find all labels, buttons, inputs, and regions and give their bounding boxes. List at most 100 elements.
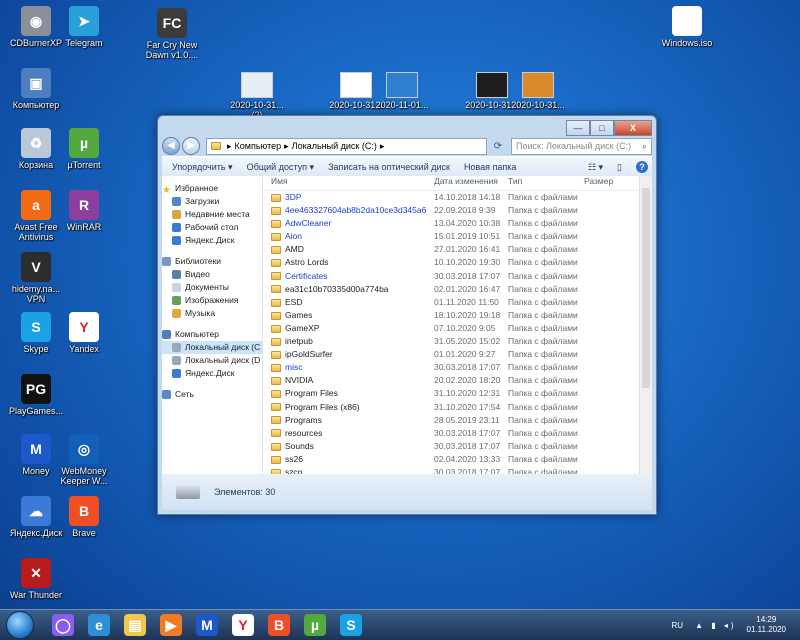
table-row[interactable]: ss26 02.04.2020 13:33 Папка с файлами	[263, 453, 652, 466]
nav-item-drive-c[interactable]: Локальный диск (C	[162, 341, 262, 354]
vertical-scrollbar[interactable]	[639, 176, 652, 474]
screenshot-file[interactable]: 2020-10-31...	[506, 72, 570, 110]
scroll-thumb[interactable]	[642, 188, 650, 388]
nav-item-yadisk2[interactable]: Яндекс.Диск	[162, 367, 262, 380]
desktop-icon-item[interactable]: B Brave	[52, 496, 116, 538]
desktop-icon-item[interactable]: ✕ War Thunder	[4, 558, 68, 600]
screenshot-file[interactable]: 2020-10-31... (2)	[225, 72, 289, 120]
minimize-button[interactable]: —	[566, 120, 590, 136]
table-row[interactable]: Program Files 31.10.2020 12:31 Папка с фай…	[263, 387, 652, 400]
close-button[interactable]: X	[614, 120, 652, 136]
table-row[interactable]: Games 18.10.2020 19:18 Папка с файлами	[263, 309, 652, 322]
desktop-icon-item[interactable]: ➤ Telegram	[52, 6, 116, 48]
table-row[interactable]: misc 30.03.2018 17:07 Папка с файлами	[263, 361, 652, 374]
table-row[interactable]: AMD 27.01.2020 16:41 Папка с файлами	[263, 243, 652, 256]
share-button[interactable]: Общий доступ ▾	[247, 162, 315, 173]
col-name[interactable]: Имя	[263, 176, 434, 190]
nav-item-music[interactable]: Музыка	[162, 307, 262, 320]
taskbar-money-button[interactable]: M	[190, 612, 224, 638]
file-type: Папка с файлами	[508, 270, 578, 281]
table-row[interactable]: 4ee463327604ab8b2da10ce3d345a6 22.09.2018…	[263, 204, 652, 217]
file-name: 4ee463327604ab8b2da10ce3d345a6	[263, 204, 434, 217]
nav-item-desktop[interactable]: Рабочий стол	[162, 221, 262, 234]
table-row[interactable]: ESD 01.11.2020 11:50 Папка с файлами	[263, 296, 652, 309]
forward-button[interactable]: ▶	[182, 137, 200, 155]
file-date: 22.09.2018 9:39	[434, 205, 496, 216]
col-size[interactable]: Размер	[584, 176, 634, 190]
clock[interactable]: 14:29 01.11.2020	[747, 615, 786, 635]
table-row[interactable]: GameXP 07.10.2020 9:05 Папка с файлами	[263, 322, 652, 335]
taskbar-explorer-button[interactable]: ▤	[118, 612, 152, 638]
app-icon: ☁	[21, 496, 51, 526]
taskbar-utorrent-button[interactable]: µ	[298, 612, 332, 638]
table-row[interactable]: ea31c10b70335d00a774ba 02.01.2020 16:47 Па…	[263, 283, 652, 296]
nav-favorites-header[interactable]: ★ Избранное	[162, 182, 262, 196]
table-row[interactable]: AdwCleaner 13.04.2020 10:38 Папка с файлам…	[263, 217, 652, 230]
desktop-icon-item[interactable]: Vhidemy.na... VPN	[4, 252, 68, 304]
language-indicator[interactable]: RU	[672, 621, 684, 630]
table-row[interactable]: ipGoldSurfer 01.01.2020 9:27 Папка с файла…	[263, 348, 652, 361]
table-row[interactable]: Astro Lords 10.10.2020 19:30 Папка с файла…	[263, 256, 652, 269]
nav-item-recent[interactable]: Недавние места	[162, 208, 262, 221]
breadcrumb-drive[interactable]: Локальный диск (C:)	[292, 141, 377, 151]
taskbar-ie-button[interactable]: e	[82, 612, 116, 638]
taskbar-alice-button[interactable]: ◯	[46, 612, 80, 638]
search-input[interactable]: Поиск: Локальный диск (C:) ⌕	[511, 137, 652, 155]
nav-item-yadisk[interactable]: Яндекс.Диск	[162, 234, 262, 247]
nav-item-video[interactable]: Видео	[162, 268, 262, 281]
desktop-icon-item[interactable]: ◎ WebMoney Keeper W...	[52, 434, 116, 486]
nav-item-drive-d[interactable]: Локальный диск (D	[162, 354, 262, 367]
nav-label: Локальный диск (C	[185, 342, 261, 352]
nav-computer-header[interactable]: Компьютер	[162, 328, 262, 341]
file-date: 27.01.2020 16:41	[434, 244, 501, 255]
file-name-text: Aion	[285, 231, 303, 242]
screenshot-file[interactable]: 2020-11-01...	[370, 72, 434, 110]
col-type[interactable]: Тип	[508, 176, 584, 190]
desktop-icon-item[interactable]: PG PlayGames...	[4, 374, 68, 416]
table-row[interactable]: Programs 28.05.2019 23:11 Папка с файлами	[263, 414, 652, 427]
table-row[interactable]: szcn 30.03.2018 17:07 Папка с файлами	[263, 466, 652, 474]
address-bar[interactable]: ▸ Компьютер ▸ Локальный диск (C:) ▸	[206, 137, 487, 155]
nav-item-images[interactable]: Изображения	[162, 294, 262, 307]
table-row[interactable]: resources 30.03.2018 17:07 Папка с файлами	[263, 427, 652, 440]
explorer-window[interactable]: — □ X ◀ ▶ ▸ Компьютер ▸ Локальный диск (…	[157, 115, 657, 515]
nav-network[interactable]: Сеть	[162, 388, 262, 401]
table-row[interactable]: NVIDIA 20.02.2020 18:20 Папка с файлами	[263, 374, 652, 387]
desktop-icon-item[interactable]: Windows.iso	[655, 6, 719, 48]
taskbar-media-button[interactable]: ▶	[154, 612, 188, 638]
organize-button[interactable]: Упорядочить ▾	[172, 162, 233, 173]
preview-pane-icon[interactable]: ▯	[617, 162, 622, 173]
table-row[interactable]: Program Files (x86) 31.10.2020 17:54 Папка…	[263, 401, 652, 414]
view-icon[interactable]: ☷ ▾	[588, 162, 603, 173]
table-row[interactable]: inetpub 31.05.2020 15:02 Папка с файлами	[263, 335, 652, 348]
desktop-icon-item[interactable]: R WinRAR	[52, 190, 116, 232]
taskbar-yandex-button[interactable]: Y	[226, 612, 260, 638]
breadcrumb-computer[interactable]: Компьютер	[235, 141, 282, 151]
help-icon[interactable]: ?	[636, 161, 648, 173]
col-date[interactable]: Дата изменения	[434, 176, 508, 190]
toolbar: Упорядочить ▾ Общий доступ ▾ Записать на…	[162, 156, 652, 177]
app-icon: ◉	[21, 6, 51, 36]
desktop-icon-item[interactable]: Y Yandex	[52, 312, 116, 354]
table-row[interactable]: Aion 15.01.2019 10:51 Папка с файлами	[263, 230, 652, 243]
nav-item-downloads[interactable]: Загрузки	[162, 195, 262, 208]
tray-icons[interactable]: ▲ ▮ ◂)	[695, 621, 736, 630]
table-row[interactable]: Sounds 30.03.2018 17:07 Папка с файлами	[263, 440, 652, 453]
maximize-button[interactable]: □	[590, 120, 614, 136]
refresh-icon[interactable]: ⟳	[491, 141, 505, 152]
new-folder-button[interactable]: Новая папка	[464, 162, 516, 172]
desktop-icon-item[interactable]: ▣ Компьютер	[4, 68, 68, 110]
taskbar-brave-button[interactable]: B	[262, 612, 296, 638]
burn-button[interactable]: Записать на оптический диск	[328, 162, 450, 172]
nav-item-documents[interactable]: Документы	[162, 281, 262, 294]
music-icon	[172, 309, 181, 319]
table-row[interactable]: 3DP 14.10.2018 14:18 Папка с файлами	[263, 191, 652, 204]
start-button[interactable]	[0, 610, 40, 640]
table-row[interactable]: Certificates 30.03.2018 17:07 Папка с файл…	[263, 270, 652, 283]
taskbar-skype-button[interactable]: S	[334, 612, 368, 638]
app-icon: PG	[21, 374, 51, 404]
nav-libraries-header[interactable]: Библиотеки	[162, 255, 262, 268]
desktop-icon-item[interactable]: FC Far Cry New Dawn v1.0....	[140, 8, 204, 60]
back-button[interactable]: ◀	[162, 137, 180, 155]
desktop-icon-item[interactable]: µ µTorrent	[52, 128, 116, 170]
